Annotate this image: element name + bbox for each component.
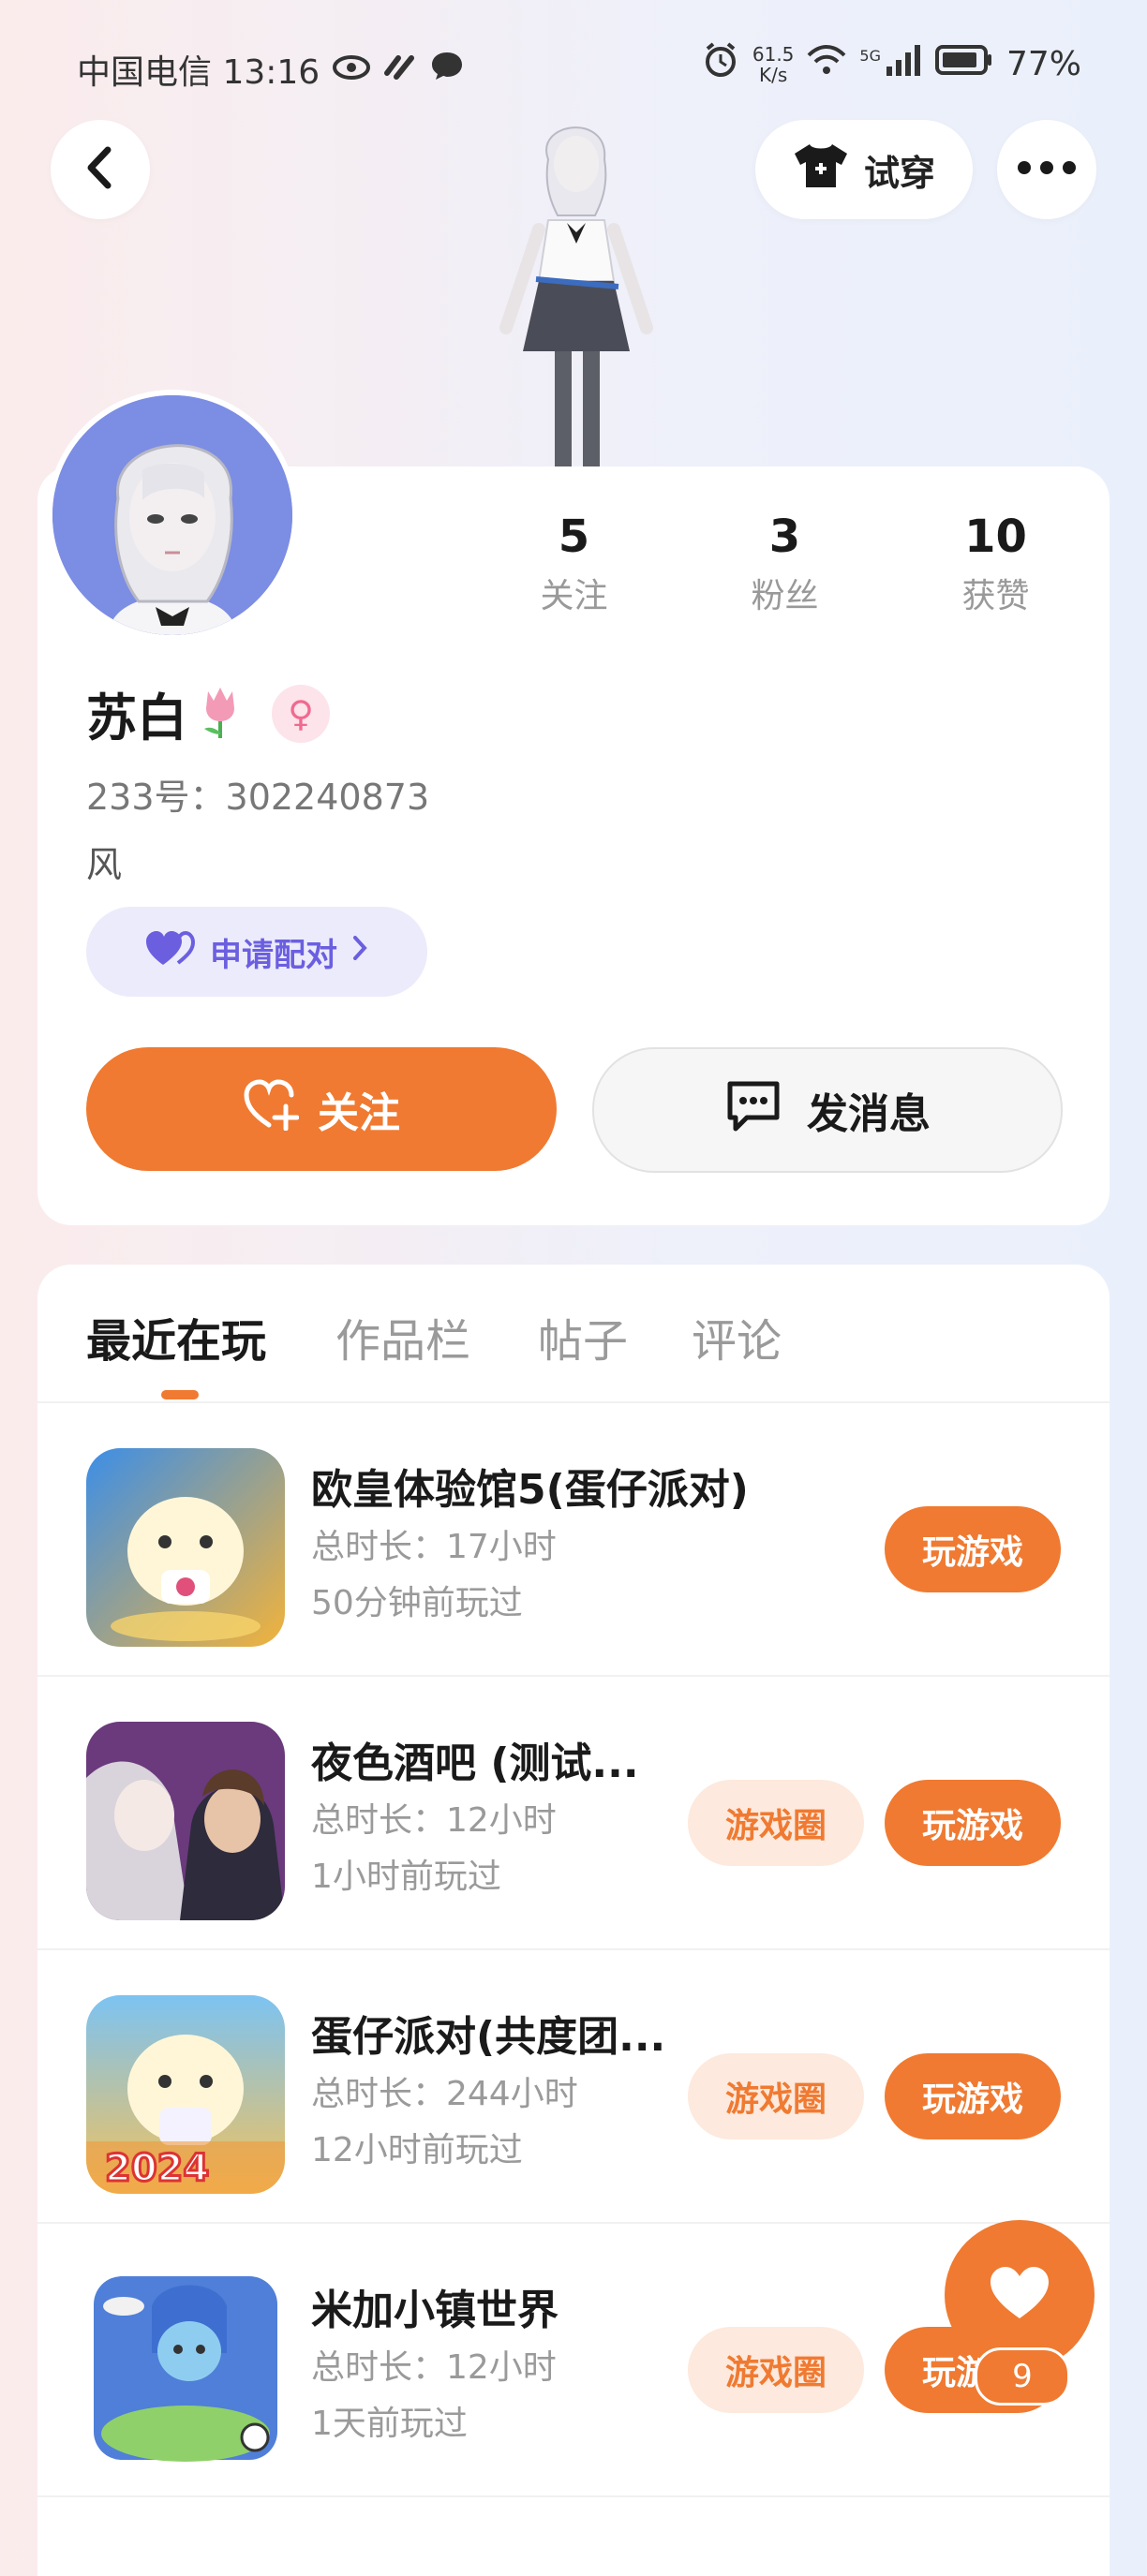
tabs: 最近在玩 作品栏 帖子 评论: [37, 1265, 1110, 1403]
wifi-icon: [807, 44, 846, 84]
link-icon: [383, 51, 417, 89]
tab-comments[interactable]: 评论: [692, 1304, 782, 1369]
eye-icon: [333, 51, 371, 89]
play-game-button[interactable]: 玩游戏: [885, 2053, 1061, 2139]
game-row[interactable]: 2024 蛋仔派对(共度团... 总时长：244小时 12小时前玩过 游戏圈 玩…: [37, 1948, 1110, 2224]
stat-label: 获赞: [961, 577, 1030, 615]
stat-value: 5: [558, 511, 590, 563]
more-dots-icon: [1017, 160, 1077, 179]
game-row[interactable]: 米加小镇世界 总时长：12小时 1天前玩过 游戏圈 玩游戏: [37, 2222, 1110, 2497]
net-speed-unit: K/s: [759, 63, 788, 86]
stat-value: 3: [768, 511, 801, 563]
female-gender-icon: ♀: [272, 684, 330, 743]
games-card: 最近在玩 作品栏 帖子 评论 欧皇体验馆5(蛋仔派对) 总时长：17小时 50分…: [37, 1265, 1110, 2576]
tab-recent[interactable]: 最近在玩: [86, 1304, 266, 1369]
game-duration: 总时长：17小时: [311, 1528, 557, 1566]
user-bio: 风: [86, 844, 123, 885]
game-icon-night-bar[interactable]: [86, 1722, 285, 1920]
user-id: 233号：302240873: [86, 777, 430, 818]
tulip-icon: [197, 684, 244, 744]
name-row: 苏白 ♀: [86, 676, 330, 750]
back-button[interactable]: [51, 120, 150, 219]
stat-following[interactable]: 5 关注: [469, 511, 679, 617]
play-game-button[interactable]: 玩游戏: [885, 1506, 1061, 1592]
send-message-button[interactable]: 发消息: [592, 1047, 1063, 1173]
status-right: 61.5 K/s 5G 77%: [702, 41, 1081, 87]
avatar[interactable]: [47, 390, 298, 641]
carrier-time: 中国电信 13:16: [77, 53, 320, 92]
game-circle-button[interactable]: 游戏圈: [688, 2327, 864, 2413]
apply-pair-button[interactable]: 申请配对: [86, 907, 427, 997]
stat-label: 粉丝: [751, 577, 819, 615]
battery-percent: 77%: [1005, 45, 1081, 83]
net-speed-value: 61.5: [752, 42, 795, 66]
game-last-played: 1小时前玩过: [311, 1858, 501, 1896]
double-heart-icon: [144, 929, 197, 975]
game-title: 欧皇体验馆5(蛋仔派对): [311, 1466, 749, 1514]
game-last-played: 50分钟前玩过: [311, 1584, 523, 1622]
game-row[interactable]: 欧皇体验馆5(蛋仔派对) 总时长：17小时 50分钟前玩过 玩游戏: [37, 1401, 1110, 1677]
game-title: 蛋仔派对(共度团...: [311, 2013, 666, 2061]
game-icon-eggy-party[interactable]: 2024: [86, 1995, 285, 2194]
game-duration: 总时长：12小时: [311, 2348, 557, 2387]
avatar-3d-figure: [469, 103, 684, 468]
message-icon: [724, 1078, 782, 1143]
game-title: 米加小镇世界: [311, 2287, 559, 2334]
game3-icon-text: 2024: [105, 2147, 209, 2190]
pair-label: 申请配对: [210, 936, 337, 974]
message-label: 发消息: [807, 1090, 931, 1138]
heart-plus-icon: [243, 1078, 300, 1141]
game-circle-button[interactable]: 游戏圈: [688, 2053, 864, 2139]
game-circle-button[interactable]: 游戏圈: [688, 1780, 864, 1866]
stat-value: 10: [964, 511, 1027, 563]
tryon-button[interactable]: 试穿: [755, 120, 973, 219]
stat-likes[interactable]: 10 获赞: [890, 511, 1101, 617]
tab-indicator: [161, 1390, 199, 1399]
follow-label: 关注: [318, 1089, 400, 1137]
signal-icon: [885, 44, 922, 84]
heart-icon: [987, 2264, 1052, 2326]
play-game-button[interactable]: 玩游戏: [885, 1780, 1061, 1866]
signal-label: 5G: [859, 47, 881, 65]
follow-button[interactable]: 关注: [86, 1047, 557, 1171]
status-left: 中国电信 13:16: [77, 45, 464, 94]
stats-row: 5 关注 3 粉丝 10 获赞: [469, 511, 1125, 617]
chat-bubble-icon: [430, 51, 464, 89]
more-button[interactable]: [997, 120, 1096, 219]
net-speed: 61.5 K/s: [752, 44, 795, 85]
tab-posts[interactable]: 帖子: [538, 1304, 628, 1369]
tryon-label: 试穿: [863, 152, 935, 194]
game-icon-miga-town[interactable]: [86, 2269, 285, 2467]
game-row[interactable]: 夜色酒吧 (测试... 总时长：12小时 1小时前玩过 游戏圈 玩游戏: [37, 1675, 1110, 1950]
game-title: 夜色酒吧 (测试...: [311, 1740, 639, 1787]
stat-fans[interactable]: 3 粉丝: [679, 511, 890, 617]
tshirt-icon: [793, 142, 849, 198]
chevron-right-icon: [350, 933, 369, 970]
game-duration: 总时长：244小时: [311, 2075, 578, 2113]
game-icon-eggy[interactable]: [86, 1448, 285, 1647]
like-count-badge: 9: [975, 2347, 1070, 2406]
tab-works[interactable]: 作品栏: [335, 1304, 470, 1369]
chevron-left-icon: [82, 144, 119, 195]
stat-label: 关注: [540, 577, 608, 615]
game-last-played: 12小时前玩过: [311, 2131, 523, 2169]
game-duration: 总时长：12小时: [311, 1801, 557, 1840]
battery-icon: [934, 44, 993, 84]
user-name: 苏白: [86, 688, 187, 748]
alarm-icon: [702, 41, 739, 87]
game-last-played: 1天前玩过: [311, 2405, 468, 2443]
